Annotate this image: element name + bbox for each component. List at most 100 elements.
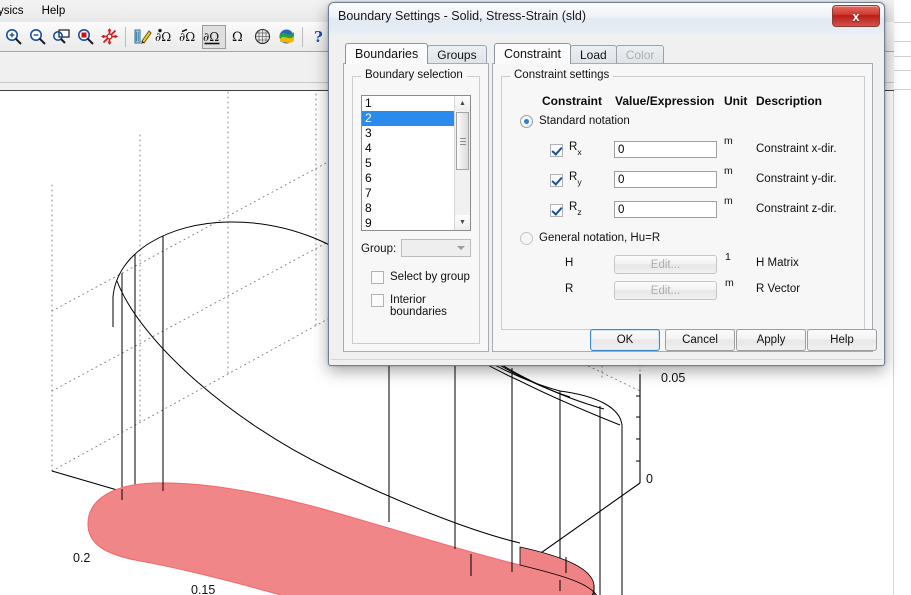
mesh-button[interactable] bbox=[250, 25, 274, 49]
svg-text:∂Ω: ∂Ω bbox=[155, 30, 171, 44]
boundary-settings-dialog: Boundary Settings - Solid, Stress-Strain… bbox=[328, 2, 885, 366]
tab-boundaries[interactable]: Boundaries bbox=[345, 43, 429, 64]
subdomain-settings-button[interactable]: Ω bbox=[226, 25, 250, 49]
ry-description: Constraint y-dir. bbox=[756, 173, 837, 185]
zoom-in-button[interactable] bbox=[1, 25, 25, 49]
orbit-rotate-button[interactable] bbox=[97, 25, 121, 49]
rx-description: Constraint x-dir. bbox=[756, 143, 837, 155]
group-select[interactable] bbox=[401, 239, 471, 257]
boundary-selection-legend: Boundary selection bbox=[361, 69, 467, 81]
header-constraint: Constraint bbox=[542, 94, 602, 108]
point-settings-button[interactable]: ∂Ω bbox=[154, 25, 178, 49]
dialog-title: Boundary Settings - Solid, Stress-Strain… bbox=[338, 9, 587, 23]
list-item[interactable]: 5 bbox=[362, 156, 454, 171]
left-tabstrip: Boundaries Groups bbox=[345, 43, 487, 64]
group-label: Group: bbox=[361, 243, 397, 255]
ry-value-input[interactable] bbox=[614, 171, 717, 188]
scroll-up-icon[interactable]: ▲ bbox=[455, 96, 470, 111]
select-by-group-label: Select by group bbox=[390, 271, 470, 283]
rz-unit: m bbox=[724, 195, 733, 207]
screen-root: ysics Help ∂Ω ∂Ω ∂Ω Ω ? 0.2 0.15 0 0.05 … bbox=[0, 0, 911, 595]
ry-label: Ry bbox=[569, 171, 582, 188]
select-by-group-checkbox[interactable] bbox=[371, 271, 384, 284]
rx-value-input[interactable] bbox=[614, 141, 717, 158]
z-tick-1: 0.05 bbox=[661, 371, 685, 385]
menu-item-physics[interactable]: ysics bbox=[0, 3, 33, 20]
r-unit: m bbox=[725, 277, 734, 289]
toolbar-separator-1 bbox=[125, 26, 126, 47]
boundaries-panel: Boundary selection 1 2 3 4 5 6 7 8 9 ▲ ▼… bbox=[343, 63, 489, 352]
boundary-list-items: 1 2 3 4 5 6 7 8 9 bbox=[362, 96, 454, 230]
cancel-button[interactable]: Cancel bbox=[665, 329, 735, 351]
dialog-bottom-divider bbox=[331, 359, 882, 360]
svg-text:Ω: Ω bbox=[232, 30, 243, 45]
zoom-window-button[interactable] bbox=[49, 25, 73, 49]
chevron-down-icon bbox=[457, 246, 465, 250]
x-tick-1: 0.15 bbox=[191, 583, 215, 595]
help-dialog-button[interactable]: Help bbox=[807, 329, 877, 351]
list-item[interactable]: 2 bbox=[362, 111, 454, 126]
general-notation-label: General notation, Hu=R bbox=[539, 232, 661, 244]
header-description: Description bbox=[756, 94, 823, 108]
header-unit: Unit bbox=[724, 94, 748, 108]
menu-item-help[interactable]: Help bbox=[33, 3, 75, 20]
solve-button[interactable] bbox=[274, 25, 298, 49]
list-item[interactable]: 3 bbox=[362, 126, 454, 141]
rx-checkbox[interactable] bbox=[550, 144, 563, 157]
dialog-title-bar[interactable]: Boundary Settings - Solid, Stress-Strain… bbox=[329, 3, 884, 34]
list-item[interactable]: 4 bbox=[362, 141, 454, 156]
constraint-panel: Constraint settings Constraint Value/Exp… bbox=[492, 63, 873, 352]
right-tabstrip: Constraint Load Color bbox=[494, 43, 665, 64]
z-tick-0: 0 bbox=[646, 472, 653, 486]
svg-text:∂Ω: ∂Ω bbox=[203, 30, 219, 44]
scrollbar-thumb[interactable] bbox=[456, 112, 469, 170]
tab-groups[interactable]: Groups bbox=[427, 45, 487, 64]
constraint-settings-legend: Constraint settings bbox=[510, 69, 614, 81]
list-item[interactable]: 8 bbox=[362, 201, 454, 216]
list-item[interactable]: 9 bbox=[362, 216, 454, 230]
window-edge-rows bbox=[894, 0, 911, 90]
h-edit-button: Edit... bbox=[614, 255, 717, 274]
edge-settings-button[interactable]: ∂Ω bbox=[178, 25, 202, 49]
zoom-out-button[interactable] bbox=[25, 25, 49, 49]
rx-unit: m bbox=[724, 135, 733, 147]
tab-load[interactable]: Load bbox=[569, 45, 617, 64]
interior-boundaries-checkbox[interactable] bbox=[371, 294, 384, 307]
h-description: H Matrix bbox=[756, 257, 799, 269]
boundary-list[interactable]: 1 2 3 4 5 6 7 8 9 ▲ ▼ bbox=[361, 95, 471, 231]
boundary-settings-button[interactable]: ∂Ω bbox=[202, 24, 226, 49]
rz-value-input[interactable] bbox=[614, 201, 717, 218]
r-label: R bbox=[565, 283, 574, 295]
tab-constraint[interactable]: Constraint bbox=[494, 43, 571, 64]
svg-text:?: ? bbox=[314, 28, 323, 46]
list-item[interactable]: 7 bbox=[362, 186, 454, 201]
ry-checkbox[interactable] bbox=[550, 174, 563, 187]
constraint-settings-group: Constraint settings Constraint Value/Exp… bbox=[501, 69, 865, 330]
list-item[interactable]: 1 bbox=[362, 96, 454, 111]
toolbar-separator-2 bbox=[302, 26, 303, 47]
draw-mode-button[interactable] bbox=[130, 25, 154, 49]
scroll-down-icon[interactable]: ▼ bbox=[455, 215, 470, 230]
standard-notation-label: Standard notation bbox=[539, 115, 630, 127]
h-unit: 1 bbox=[725, 251, 731, 263]
header-value-expression: Value/Expression bbox=[615, 94, 715, 108]
rz-label: Rz bbox=[569, 201, 582, 218]
dialog-body: Boundaries Groups Boundary selection 1 2… bbox=[329, 33, 884, 365]
tab-color: Color bbox=[615, 45, 665, 64]
rz-checkbox[interactable] bbox=[550, 204, 563, 217]
h-label: H bbox=[565, 257, 574, 269]
general-notation-radio[interactable] bbox=[520, 232, 533, 245]
close-icon[interactable]: x bbox=[832, 5, 880, 27]
x-tick-0: 0.2 bbox=[73, 551, 90, 565]
ry-unit: m bbox=[724, 165, 733, 177]
standard-notation-radio[interactable] bbox=[520, 115, 533, 128]
interior-boundaries-label: Interior boundaries bbox=[390, 294, 447, 318]
apply-button[interactable]: Apply bbox=[736, 329, 806, 351]
rx-label: Rx bbox=[569, 141, 582, 158]
zoom-extents-button[interactable] bbox=[73, 25, 97, 49]
ok-button[interactable]: OK bbox=[590, 329, 660, 351]
svg-text:∂Ω: ∂Ω bbox=[179, 30, 195, 44]
r-description: R Vector bbox=[756, 283, 801, 295]
boundary-list-scrollbar[interactable]: ▲ ▼ bbox=[454, 96, 470, 230]
list-item[interactable]: 6 bbox=[362, 171, 454, 186]
